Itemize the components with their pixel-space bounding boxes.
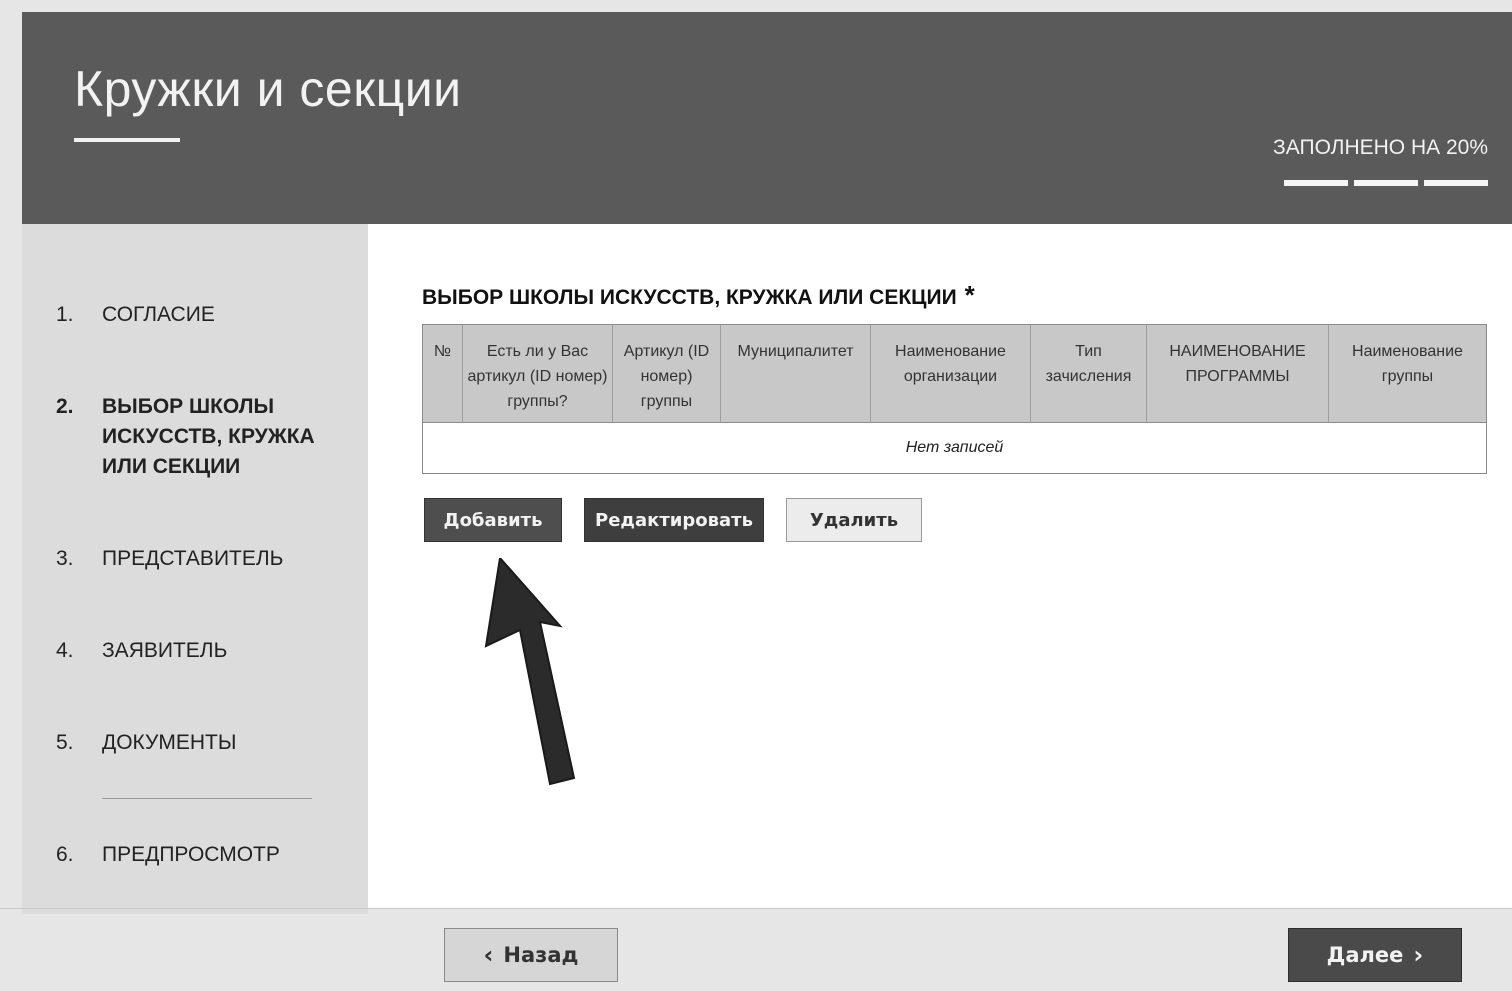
step-consent[interactable]: 1. СОГЛАСИЕ (56, 300, 215, 330)
sidebar-divider (102, 798, 312, 799)
step-number: 3. (56, 547, 74, 570)
column-header-article-id[interactable]: Артикул (ID номер) группы (612, 324, 721, 423)
empty-table-message: Нет записей (422, 422, 1487, 474)
progress-indicator (1284, 180, 1488, 186)
step-label: ЗАЯВИТЕЛЬ (102, 639, 228, 662)
progress-segment (1424, 180, 1488, 186)
step-number: 1. (56, 303, 74, 326)
step-representative[interactable]: 3. ПРЕДСТАВИТЕЛЬ (56, 544, 283, 574)
step-label: ДОКУМЕНТЫ (102, 731, 237, 754)
chevron-left-icon: ‹ (483, 941, 494, 969)
add-button[interactable]: Добавить (424, 498, 562, 542)
steps-sidebar: 1. СОГЛАСИЕ 2. ВЫБОР ШКОЛЫ ИСКУССТВ, КРУ… (22, 224, 368, 914)
step-number: 5. (56, 731, 74, 754)
chevron-right-icon: › (1413, 941, 1424, 969)
step-school-selection[interactable]: 2. ВЫБОР ШКОЛЫ ИСКУССТВ, КРУЖКА ИЛИ СЕКЦ… (56, 392, 322, 482)
column-header-municipality[interactable]: Муниципалитет (720, 324, 871, 423)
step-preview[interactable]: 6. ПРЕДПРОСМОТР (56, 840, 280, 870)
title-underline (74, 138, 180, 142)
column-header-organization[interactable]: Наименование организации (870, 324, 1031, 423)
page-title: Кружки и секции (74, 61, 462, 117)
step-label: СОГЛАСИЕ (102, 303, 215, 326)
step-label: ВЫБОР ШКОЛЫ ИСКУССТВ, КРУЖКА ИЛИ СЕКЦИИ (102, 395, 315, 478)
section-title-text: ВЫБОР ШКОЛЫ ИСКУССТВ, КРУЖКА ИЛИ СЕКЦИИ (422, 286, 957, 309)
step-applicant[interactable]: 4. ЗАЯВИТЕЛЬ (56, 636, 227, 666)
section-title: ВЫБОР ШКОЛЫ ИСКУССТВ, КРУЖКА ИЛИ СЕКЦИИ * (422, 280, 975, 317)
table-row: Нет записей (422, 422, 1487, 474)
progress-segment (1354, 180, 1418, 186)
delete-button[interactable]: Удалить (786, 498, 922, 542)
records-table: № Есть ли у Вас артикул (ID номер) групп… (422, 324, 1487, 474)
step-number: 6. (56, 843, 74, 866)
step-number: 2. (56, 395, 74, 418)
next-button[interactable]: Далее › (1288, 928, 1462, 982)
next-button-label: Далее (1326, 943, 1404, 967)
back-button[interactable]: ‹ Назад (444, 928, 618, 982)
footer-divider (0, 908, 1512, 909)
column-header-program-name[interactable]: НАИМЕНОВАНИЕ ПРОГРАММЫ (1146, 324, 1329, 423)
progress-label: ЗАПОЛНЕНО НА 20% (1273, 136, 1488, 159)
table-header-row: № Есть ли у Вас артикул (ID номер) групп… (422, 324, 1487, 423)
required-mark: * (964, 280, 975, 310)
pointer-arrow-icon (484, 558, 576, 786)
back-button-label: Назад (503, 943, 579, 967)
step-number: 4. (56, 639, 74, 662)
step-documents[interactable]: 5. ДОКУМЕНТЫ (56, 728, 236, 758)
edit-button[interactable]: Редактировать (584, 498, 764, 542)
column-header-group-name[interactable]: Наименование группы (1328, 324, 1487, 423)
page-header: Кружки и секции ЗАПОЛНЕНО НА 20% (22, 12, 1512, 224)
column-header-number[interactable]: № (422, 324, 463, 423)
column-header-enrollment-type[interactable]: Тип зачисления (1030, 324, 1147, 423)
step-label: ПРЕДПРОСМОТР (102, 843, 280, 866)
progress-segment (1284, 180, 1348, 186)
column-header-has-article[interactable]: Есть ли у Вас артикул (ID номер) группы? (462, 324, 613, 423)
step-label: ПРЕДСТАВИТЕЛЬ (102, 547, 284, 570)
